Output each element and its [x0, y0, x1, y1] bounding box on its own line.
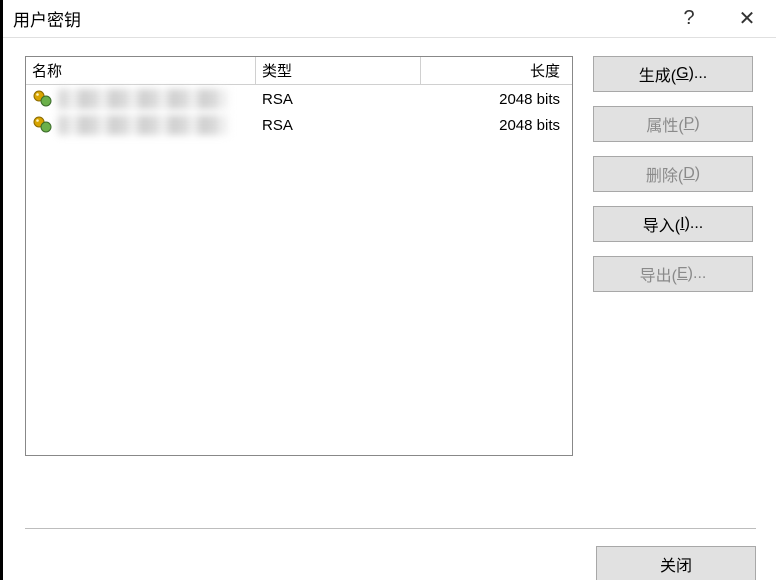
- import-button[interactable]: 导入(I)...: [593, 206, 753, 242]
- column-header-type[interactable]: 类型: [256, 57, 421, 84]
- list-header: 名称 类型 长度: [26, 57, 572, 85]
- cell-name: [26, 89, 256, 109]
- main-area: 名称 类型 长度: [25, 56, 756, 456]
- list-body: RSA 2048 bits RSA: [26, 85, 572, 137]
- close-row: 关闭: [596, 546, 756, 580]
- export-button[interactable]: 导出(E)...: [593, 256, 753, 292]
- table-row[interactable]: RSA 2048 bits: [26, 111, 572, 137]
- cell-name: [26, 115, 256, 135]
- dialog-content: 名称 类型 长度: [3, 38, 776, 580]
- generate-button[interactable]: 生成(G)...: [593, 56, 753, 92]
- properties-button[interactable]: 属性(P): [593, 106, 753, 142]
- help-button[interactable]: ?: [660, 0, 718, 38]
- side-buttons: 生成(G)... 属性(P) 删除(D) 导入(I)... 导出(E)...: [593, 56, 753, 456]
- key-icon: [32, 116, 54, 134]
- key-icon: [32, 90, 54, 108]
- close-button[interactable]: 关闭: [596, 546, 756, 580]
- cell-type: RSA: [256, 117, 421, 134]
- delete-button[interactable]: 删除(D): [593, 156, 753, 192]
- key-name-redacted: [58, 115, 228, 135]
- key-list[interactable]: 名称 类型 长度: [25, 56, 573, 456]
- cell-length: 2048 bits: [421, 117, 572, 134]
- cell-type: RSA: [256, 91, 421, 108]
- column-header-length[interactable]: 长度: [421, 57, 572, 84]
- titlebar: 用户密钥 ? ✕: [3, 0, 776, 38]
- separator: [25, 528, 756, 529]
- column-header-name[interactable]: 名称: [26, 57, 256, 84]
- window-title: 用户密钥: [13, 6, 660, 31]
- cell-length: 2048 bits: [421, 91, 572, 108]
- close-window-button[interactable]: ✕: [718, 0, 776, 38]
- key-name-redacted: [58, 89, 228, 109]
- table-row[interactable]: RSA 2048 bits: [26, 85, 572, 111]
